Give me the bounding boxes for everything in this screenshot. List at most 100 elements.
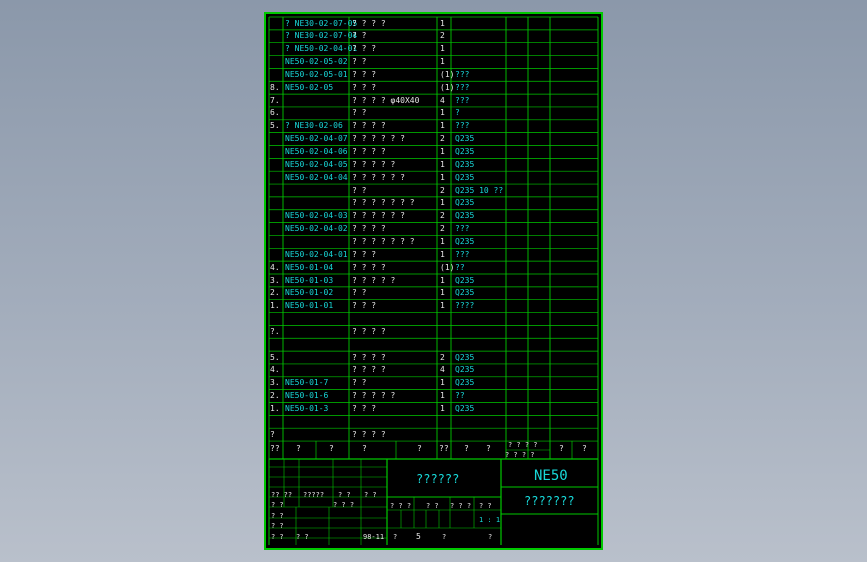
row-code: NE50-02-04-01 (285, 249, 348, 259)
row-qty: 2 (440, 31, 445, 41)
row-name: ? ? ? ? (352, 326, 386, 336)
row-material: Q235 (455, 352, 475, 362)
row-name: ? ? ? (352, 249, 377, 259)
row-name: ? ? ? ? φ40X40 (352, 95, 420, 105)
row-code: ? NE30-02-06 (285, 121, 343, 131)
row-name: ? ? ? ? ? (352, 275, 396, 285)
row-qty: 2 (440, 224, 445, 234)
row-code: NE50-02-04-06 (285, 147, 348, 156)
row-name: ? ? (352, 108, 367, 118)
row-material: Q235 (455, 378, 475, 388)
row-name: ? ? (352, 31, 367, 41)
row-material: Q235 (455, 365, 475, 375)
row-name: ? ? (352, 378, 367, 388)
row-material: ??? (455, 69, 470, 79)
row-qty: 1 (440, 108, 445, 118)
row-seq: 2. (270, 288, 280, 298)
row-material: Q235 (455, 404, 475, 413)
tb-label: ? ? ? ? (505, 451, 535, 459)
row-code: NE50-02-05 (285, 82, 334, 92)
row-seq: 5. (270, 352, 280, 362)
row-seq: 3. (270, 275, 280, 285)
row-material: Q235 10 ?? (455, 185, 504, 195)
tb-label: ? ? ? (450, 502, 472, 510)
row-qty: 1 (440, 198, 445, 208)
header-seq: ?? (270, 444, 280, 453)
drawing-title: ??????? (524, 494, 575, 508)
row-name: ? ? ? ? ? ? (352, 211, 405, 221)
row-name: ? ? ? ? (352, 147, 386, 156)
row-material: ??? (455, 224, 470, 234)
row-qty: (1) (440, 262, 455, 272)
row-seq: 3. (270, 378, 280, 388)
row-material: ??? (455, 249, 470, 259)
row-name: ? ? ? ? (352, 262, 386, 272)
row-qty: 1 (440, 236, 445, 246)
row-code: NE50-01-02 (285, 288, 334, 298)
row-qty: 1 (440, 159, 445, 169)
row-material: Q235 (455, 172, 475, 182)
tb-label: ? ? (364, 491, 377, 499)
row-qty: 1 (440, 172, 445, 182)
row-seq: 4. (270, 262, 280, 272)
row-code: NE50-01-04 (285, 262, 334, 272)
row-seq: ?. (270, 326, 280, 336)
header-mat-a: ? (464, 444, 469, 453)
row-material: ?? (455, 262, 465, 272)
row-qty: 4 (440, 95, 445, 105)
sign-label: ? ? (271, 533, 284, 541)
sign-label: ? ? (296, 533, 309, 541)
tb-label: ? (393, 533, 398, 541)
row-seq: 6. (270, 108, 280, 118)
row-name: ? ? ? ? ? ? (352, 134, 405, 144)
part-name: ?????? (416, 472, 460, 486)
row-code: ? NE30-02-07-04 (285, 31, 358, 41)
row-seq: 4. (270, 365, 280, 375)
row-qty: 1 (440, 18, 445, 28)
row-qty: 2 (440, 185, 445, 195)
row-name: ? ? ? (352, 301, 377, 311)
row-qty: 1 (440, 44, 445, 54)
row-qty: 1 (440, 275, 445, 285)
header-mat-b: ? (486, 444, 491, 453)
row-name: ? ? ? ? (352, 224, 386, 234)
header-note-a: ? (559, 444, 564, 453)
row-qty: 1 (440, 378, 445, 388)
row-seq: 2. (270, 391, 280, 401)
row-code: NE50-01-01 (285, 301, 334, 311)
sign-label: ? ? (271, 512, 284, 520)
tb-label: ? ? (338, 491, 351, 499)
header-name-b: ? (417, 444, 422, 453)
row-name: ? ? ? ? ? (352, 391, 396, 401)
tb-label: ? ? (271, 501, 284, 509)
row-name: ? ? ? (352, 82, 377, 92)
row-name: ? ? (352, 185, 367, 195)
row-code: NE50-01-3 (285, 404, 329, 413)
sign-label: ? ? (271, 522, 284, 530)
row-code: NE50-02-05-02 (285, 57, 348, 67)
row-code: NE50-01-03 (285, 275, 334, 285)
row-name: ? ? ? ? (352, 18, 386, 28)
row-material: Q235 (455, 159, 475, 169)
row-qty: 1 (440, 249, 445, 259)
row-qty: 1 (440, 301, 445, 311)
date-value: 98-11 (363, 533, 385, 541)
row-name: ? ? ? (352, 44, 377, 54)
tb-label: ????? (303, 491, 325, 499)
row-seq: 8. (270, 82, 280, 92)
row-name: ? ? ? ? ? ? ? (352, 236, 415, 246)
row-material: Q235 (455, 147, 475, 156)
row-qty: 1 (440, 57, 445, 67)
row-code: NE50-02-04-07 (285, 134, 348, 144)
row-name: ? ? (352, 288, 367, 298)
row-seq: ? (270, 429, 275, 439)
row-material: Q235 (455, 275, 475, 285)
row-seq: 1. (270, 301, 280, 311)
row-material: Q235 (455, 288, 475, 298)
header-weight: ? ? ? ? (508, 441, 538, 449)
row-material: ?? (455, 391, 465, 401)
tb-label: ? ? (426, 502, 439, 510)
row-name: ? ? ? ? ? ? (352, 172, 405, 182)
row-name: ? ? ? ? (352, 121, 386, 131)
header-code-b: ? (329, 444, 334, 453)
